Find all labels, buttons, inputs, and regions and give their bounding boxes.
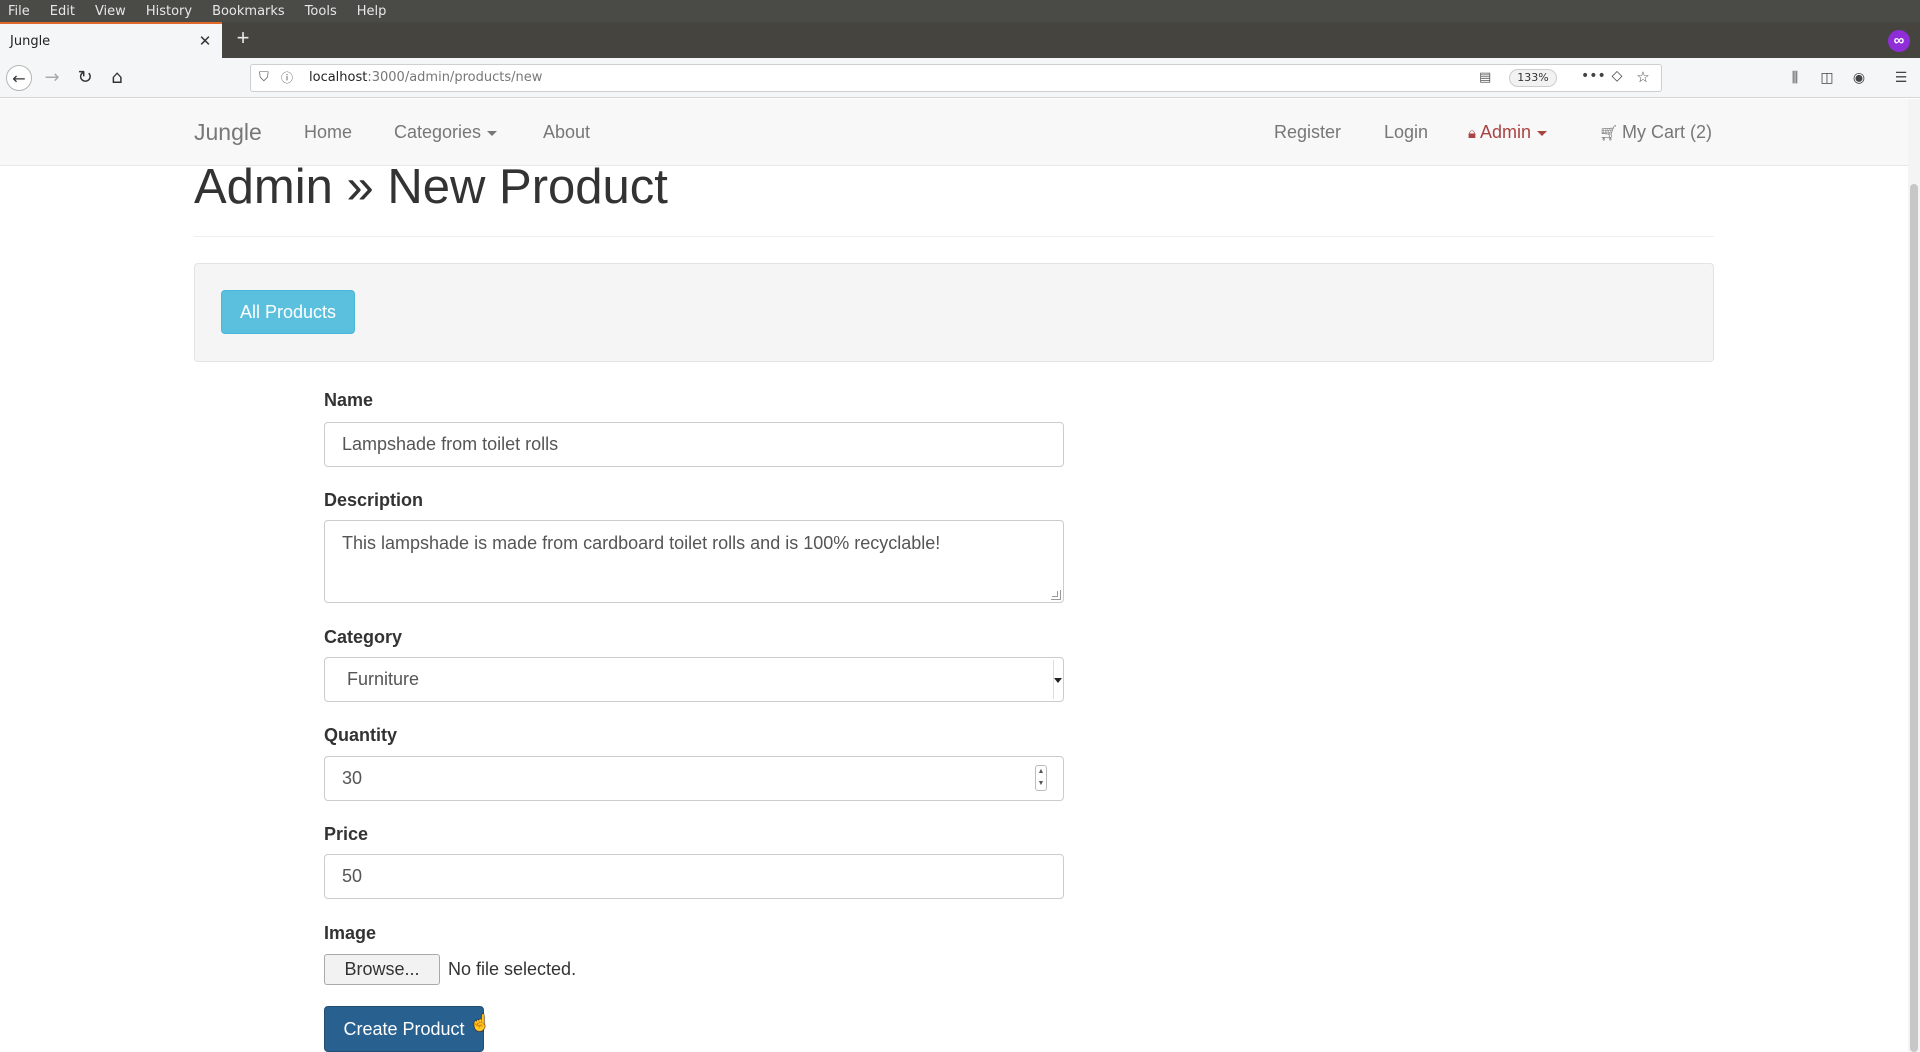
description-label: Description [324, 490, 424, 510]
page-scrollbar[interactable] [1908, 99, 1920, 1052]
site-info-icon[interactable]: ⓘ [281, 70, 295, 86]
lock-icon: 🔒︎ [1468, 125, 1476, 142]
number-spinner-icon[interactable]: ▲ ▼ [1035, 765, 1047, 791]
hand-cursor-icon: ☝ [470, 1015, 490, 1032]
browser-toolbar: ← → ↻ ⌂ ⛉ ⓘ localhost:3000/admin/product… [0, 58, 1920, 98]
browser-tab[interactable]: Jungle ✕ [0, 22, 222, 58]
menu-history[interactable]: History [136, 4, 202, 19]
quantity-label: Quantity [324, 725, 398, 745]
url-path: :3000/admin/products/new [367, 70, 543, 85]
back-arrow-icon[interactable]: ← [6, 65, 32, 91]
zoom-level-badge[interactable]: 133% [1509, 69, 1557, 87]
browse-file-button[interactable]: Browse... [324, 954, 440, 985]
quantity-value: 30 [342, 768, 363, 788]
url-host: localhost [309, 70, 368, 85]
nav-register-link[interactable]: Register [1274, 122, 1341, 143]
category-selected-value: Furniture [347, 669, 420, 689]
library-icon[interactable]: ⫼ [1784, 67, 1806, 89]
forward-arrow-icon[interactable]: → [39, 65, 65, 91]
menu-file[interactable]: File [0, 4, 40, 19]
account-icon[interactable]: ◉ [1848, 67, 1870, 89]
title-divider [194, 236, 1714, 237]
reload-icon[interactable]: ↻ [72, 65, 98, 91]
tracking-shield-icon[interactable]: ⛉ [259, 70, 273, 86]
new-tab-icon[interactable]: + [232, 27, 254, 50]
url-bar[interactable]: ⛉ ⓘ localhost:3000/admin/products/new ▤ … [250, 64, 1662, 92]
close-tab-icon[interactable]: ✕ [196, 32, 214, 50]
private-browsing-icon [1888, 30, 1910, 52]
reader-view-icon[interactable]: ▤ [1479, 70, 1495, 86]
file-status-text: No file selected. [448, 959, 577, 979]
nav-login-link[interactable]: Login [1384, 122, 1428, 143]
all-products-button[interactable]: All Products [221, 290, 355, 334]
price-input[interactable]: 50 [324, 854, 1064, 899]
description-textarea[interactable]: This lampshade is made from cardboard to… [324, 520, 1064, 603]
price-label: Price [324, 824, 369, 844]
site-brand[interactable]: Jungle [194, 119, 262, 146]
nav-about-link[interactable]: About [543, 122, 590, 143]
tab-title: Jungle [10, 33, 51, 49]
menu-edit[interactable]: Edit [40, 4, 85, 19]
pocket-icon[interactable]: ◇ [1607, 68, 1627, 88]
image-label: Image [324, 923, 377, 943]
shopping-cart-icon: 🛒︎ [1599, 125, 1619, 142]
page-actions-icon[interactable]: ••• [1581, 68, 1606, 88]
name-label: Name [324, 390, 374, 410]
bookmark-star-icon[interactable]: ☆ [1633, 68, 1653, 88]
caret-down-icon [1537, 130, 1548, 136]
menu-tools[interactable]: Tools [295, 4, 347, 19]
nav-admin-dropdown[interactable]: 🔒︎ Admin [1468, 122, 1548, 143]
home-icon[interactable]: ⌂ [104, 65, 130, 91]
nav-categories-dropdown[interactable]: Categories [394, 122, 498, 143]
create-product-button[interactable]: Create Product [324, 1006, 484, 1052]
page-title: Admin » New Product [194, 160, 668, 214]
scrollbar-thumb[interactable] [1910, 184, 1918, 1052]
menu-bookmarks[interactable]: Bookmarks [202, 4, 295, 19]
nav-cart-label: My Cart (2) [1622, 122, 1713, 142]
category-label: Category [324, 627, 403, 647]
tab-strip: Jungle ✕ + [0, 22, 1920, 58]
nav-cart-link[interactable]: 🛒︎ My Cart (2) [1599, 122, 1712, 143]
hamburger-menu-icon[interactable]: ☰ [1890, 67, 1912, 89]
resize-handle-icon[interactable] [1051, 590, 1061, 600]
nav-categories-label: Categories [394, 122, 482, 142]
sidebar-toggle-icon[interactable]: ◫ [1816, 67, 1838, 89]
menu-help[interactable]: Help [347, 4, 397, 19]
quantity-input[interactable]: 30 ▲ ▼ [324, 756, 1064, 801]
page-viewport: Jungle Home Categories About Register Lo… [0, 99, 1920, 1052]
browser-menubar: File Edit View History Bookmarks Tools H… [0, 0, 1920, 22]
menu-view[interactable]: View [85, 4, 136, 19]
nav-admin-label: Admin [1479, 122, 1532, 142]
site-navbar: Jungle Home Categories About Register Lo… [0, 99, 1908, 166]
description-text: This lampshade is made from cardboard to… [342, 533, 941, 553]
dropdown-arrow-icon[interactable] [1053, 660, 1062, 699]
actions-well: All Products [194, 263, 1714, 362]
caret-down-icon [487, 130, 498, 136]
name-input[interactable]: Lampshade from toilet rolls [324, 422, 1064, 467]
category-select[interactable]: Furniture [324, 657, 1064, 702]
url-text[interactable]: localhost:3000/admin/products/new [309, 70, 542, 85]
nav-home-link[interactable]: Home [304, 122, 352, 143]
